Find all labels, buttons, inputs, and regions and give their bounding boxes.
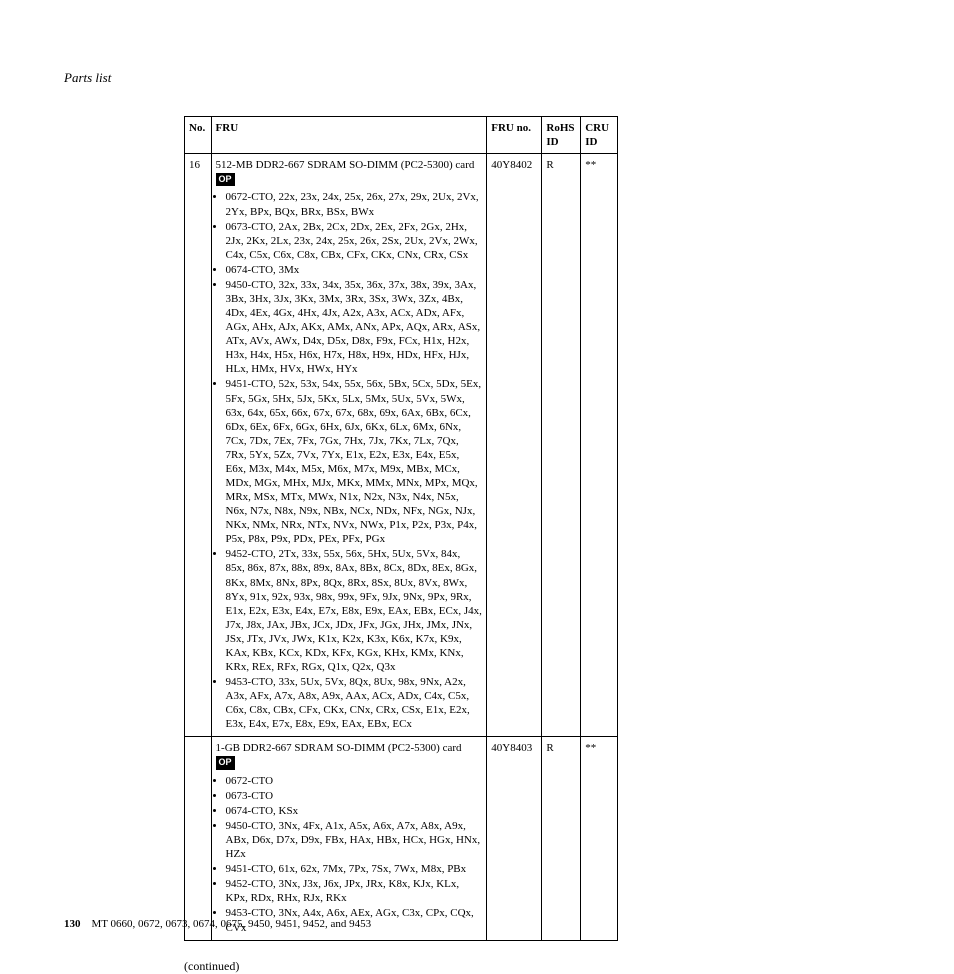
op-badge: OP [216, 173, 235, 187]
col-fruno: FRU no. [487, 117, 542, 154]
page-header: Parts list [64, 70, 824, 86]
fru-model-item: 9450-CTO, 32x, 33x, 34x, 35x, 36x, 37x, … [226, 278, 483, 377]
page-number: 130 [64, 918, 81, 930]
col-fru: FRU [211, 117, 487, 154]
cell-rohs: R [542, 737, 581, 940]
fru-model-item: 0674-CTO, KSx [226, 804, 483, 818]
fru-model-item: 9451-CTO, 61x, 62x, 7Mx, 7Px, 7Sx, 7Wx, … [226, 862, 483, 876]
cell-rohs: R [542, 154, 581, 737]
fru-title: 512-MB DDR2-667 SDRAM SO-DIMM (PC2-5300)… [216, 159, 475, 171]
col-cru: CRUID [581, 117, 618, 154]
page-footer: 130 MT 0660, 0672, 0673, 0674, 0675, 945… [64, 918, 371, 930]
cell-no [185, 737, 212, 940]
cell-cru: ** [581, 737, 618, 940]
table-row: 1-GB DDR2-667 SDRAM SO-DIMM (PC2-5300) c… [185, 737, 618, 940]
continued-label: (continued) [184, 959, 824, 974]
cell-fruno: 40Y8402 [487, 154, 542, 737]
cell-fruno: 40Y8403 [487, 737, 542, 940]
fru-model-item: 0674-CTO, 3Mx [226, 263, 483, 277]
fru-title: 1-GB DDR2-667 SDRAM SO-DIMM (PC2-5300) c… [216, 742, 462, 754]
fru-model-item: 0672-CTO [226, 774, 483, 788]
col-no: No. [185, 117, 212, 154]
fru-model-item: 0672-CTO, 22x, 23x, 24x, 25x, 26x, 27x, … [226, 190, 483, 218]
fru-model-item: 0673-CTO, 2Ax, 2Bx, 2Cx, 2Dx, 2Ex, 2Fx, … [226, 220, 483, 262]
fru-model-item: 9450-CTO, 3Nx, 4Fx, A1x, A5x, A6x, A7x, … [226, 819, 483, 861]
cell-cru: ** [581, 154, 618, 737]
cell-fru: 512-MB DDR2-667 SDRAM SO-DIMM (PC2-5300)… [211, 154, 487, 737]
table-header-row: No. FRU FRU no. RoHSID CRUID [185, 117, 618, 154]
cell-fru: 1-GB DDR2-667 SDRAM SO-DIMM (PC2-5300) c… [211, 737, 487, 940]
fru-model-list: 0672-CTO, 22x, 23x, 24x, 25x, 26x, 27x, … [216, 190, 483, 731]
op-badge: OP [216, 756, 235, 770]
footer-text: MT 0660, 0672, 0673, 0674, 0675, 9450, 9… [92, 918, 372, 930]
parts-table: No. FRU FRU no. RoHSID CRUID 16 512-MB DD… [184, 116, 618, 941]
fru-model-item: 9453-CTO, 33x, 5Ux, 5Vx, 8Qx, 8Ux, 98x, … [226, 675, 483, 731]
fru-model-item: 0673-CTO [226, 789, 483, 803]
table-row: 16 512-MB DDR2-667 SDRAM SO-DIMM (PC2-530… [185, 154, 618, 737]
parts-table-wrapper: No. FRU FRU no. RoHSID CRUID 16 512-MB DD… [184, 116, 618, 941]
fru-model-item: 9451-CTO, 52x, 53x, 54x, 55x, 56x, 5Bx, … [226, 377, 483, 546]
cell-no: 16 [185, 154, 212, 737]
col-rohs: RoHSID [542, 117, 581, 154]
fru-model-list: 0672-CTO0673-CTO0674-CTO, KSx9450-CTO, 3… [216, 774, 483, 935]
fru-model-item: 9452-CTO, 3Nx, J3x, J6x, JPx, JRx, K8x, … [226, 877, 483, 905]
fru-model-item: 9452-CTO, 2Tx, 33x, 55x, 56x, 5Hx, 5Ux, … [226, 547, 483, 674]
